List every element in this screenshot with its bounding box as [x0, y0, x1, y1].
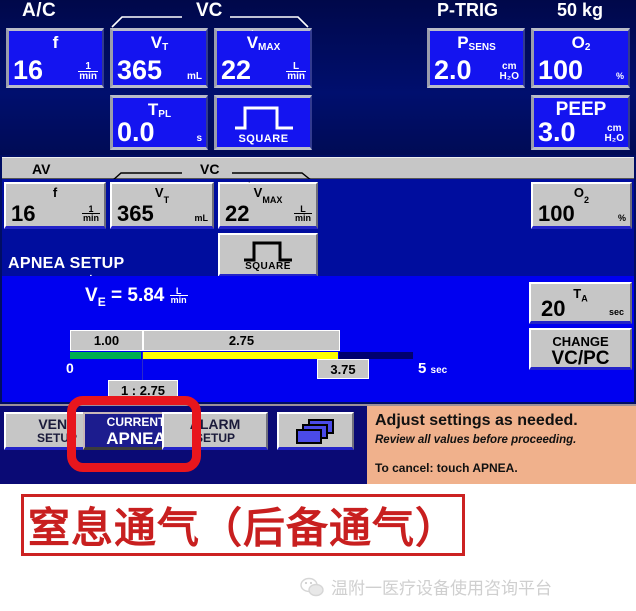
tidal-volume-value: 365: [117, 55, 163, 85]
apnea-rate-label: f: [52, 185, 58, 200]
wechat-icon: [300, 577, 324, 596]
minute-volume-readout: ˙ VE = 5.84 L min: [85, 274, 188, 309]
apnea-rate-value: 16: [11, 201, 36, 226]
apnea-waveform-key[interactable]: SQUARE: [218, 233, 318, 277]
bottom-toolbar: VENT SETUP CURRENT APNEA ALARM SETUP Adj…: [0, 404, 636, 486]
inspiratory-time-box[interactable]: 1.00: [70, 330, 143, 351]
peak-flow-unit: Lmin: [286, 61, 306, 82]
tidal-volume-unit: mL: [187, 71, 202, 82]
peak-flow-label: VMAX: [246, 33, 281, 53]
respiratory-rate-key[interactable]: f 16 1 min: [6, 28, 104, 88]
peak-flow-value: 22: [221, 55, 252, 85]
breath-type-label: VC: [196, 0, 223, 21]
ventilator-display: A/C VC P-TRIG 50 kg f 16 1 min VT 365 mL …: [0, 0, 636, 486]
timeline-tick-start: 0: [66, 360, 74, 376]
respiratory-rate-value: 16: [13, 55, 44, 85]
respiratory-rate-label: f: [52, 33, 59, 52]
apnea-interval-unit: sec: [608, 307, 624, 317]
oxygen-value: 100: [538, 55, 584, 85]
respiratory-rate-unit: 1 min: [78, 61, 98, 82]
peep-unit: cm H₂O: [604, 123, 624, 144]
pressure-sensitivity-label: PSENS: [457, 33, 496, 53]
apnea-header-bar: AV VC: [2, 157, 634, 182]
apnea-vc-label: VC: [200, 161, 220, 177]
apnea-peak-flow-key[interactable]: ˙ VMAX 22 Lmin: [218, 182, 318, 229]
message-cancel: To cancel: touch APNEA.: [375, 461, 518, 475]
caption-text: 窒息通气（后备通气）: [27, 503, 458, 553]
remaining-time-segment: [339, 352, 413, 359]
alarm-setup-line1: ALARM: [189, 416, 241, 432]
peak-flow-key[interactable]: ˙ VMAX 22 Lmin: [214, 28, 312, 88]
oxygen-concentration-key[interactable]: O2 100 %: [531, 28, 630, 88]
peep-label: PEEP: [555, 99, 607, 120]
message-secondary: Review all values before proceeding.: [375, 434, 577, 446]
plateau-time-value: 0.0: [117, 117, 155, 147]
flow-waveform-label: SQUARE: [238, 133, 289, 145]
status-message-box: Adjust settings as needed. Review all va…: [364, 406, 636, 486]
pressure-sensitivity-value: 2.0: [434, 55, 472, 85]
watermark: 温附一医疗设备使用咨询平台: [300, 574, 552, 599]
vent-mode-label: A/C: [22, 0, 57, 21]
oxygen-unit: %: [615, 71, 624, 81]
peep-key[interactable]: PEEP 3.0 cm H₂O: [531, 95, 630, 150]
apnea-setup-title: APNEA SETUP: [8, 255, 125, 272]
expiratory-segment: [143, 352, 338, 359]
apnea-oxygen-value: 100: [538, 201, 575, 226]
apnea-rate-unit: 1 min: [81, 204, 100, 223]
square-wave-icon: [234, 106, 293, 130]
alarm-setup-button[interactable]: ALARM SETUP: [162, 412, 268, 450]
windows-stack-icon: [295, 419, 334, 444]
peep-value: 3.0: [538, 117, 576, 147]
vc-pc-label: VC/PC: [551, 348, 610, 369]
oxygen-label: O2: [571, 33, 591, 53]
apnea-square-wave-icon: [244, 241, 292, 262]
expiratory-time-box[interactable]: 2.75: [143, 330, 340, 351]
screen-select-button[interactable]: [277, 412, 354, 450]
change-label: CHANGE: [552, 334, 609, 349]
apnea-oxygen-key[interactable]: O2 100 %: [531, 182, 632, 229]
pressure-sensitivity-unit: cm H₂O: [499, 61, 519, 82]
message-primary: Adjust settings as needed.: [375, 412, 578, 429]
total-cycle-time-box[interactable]: 3.75: [317, 359, 369, 379]
plateau-time-unit: s: [196, 133, 202, 144]
change-vc-pc-button[interactable]: CHANGE VC/PC: [529, 328, 632, 370]
tidal-volume-key[interactable]: VT 365 mL: [110, 28, 208, 88]
alarm-setup-line2: SETUP: [194, 431, 235, 445]
caption-area: 窒息通气（后备通气） 温附一医疗设备使用咨询平台: [0, 484, 636, 611]
inspiratory-segment: [70, 352, 141, 359]
timeline-tick-end: 5 sec: [418, 360, 448, 377]
apnea-tidal-volume-key[interactable]: VT 365 mL: [110, 182, 214, 229]
flow-waveform-key[interactable]: SQUARE: [214, 95, 312, 150]
patient-weight-label: 50 kg: [557, 0, 604, 20]
apnea-av-label: AV: [32, 161, 51, 177]
trigger-type-label: P-TRIG: [437, 0, 498, 20]
tidal-volume-label: VT: [150, 33, 169, 53]
ie-connector-line: [142, 352, 143, 380]
pressure-sensitivity-key[interactable]: PSENS 2.0 cm H₂O: [427, 28, 525, 88]
apnea-waveform-label: SQUARE: [245, 261, 291, 272]
apnea-interval-value: 20: [541, 296, 566, 321]
apnea-peak-flow-value: 22: [225, 201, 250, 226]
apnea-interval-key[interactable]: TA 20 sec: [529, 282, 632, 324]
apnea-peak-flow-unit: Lmin: [293, 204, 312, 223]
ie-ratio-box[interactable]: 1 : 2.75: [108, 380, 178, 400]
apnea-rate-key[interactable]: f 16 1 min: [4, 182, 106, 229]
apnea-tidal-volume-value: 365: [117, 201, 154, 226]
apnea-oxygen-unit: %: [617, 213, 626, 223]
apnea-tidal-volume-unit: mL: [194, 213, 209, 223]
plateau-time-key[interactable]: TPL 0.0 s: [110, 95, 208, 150]
caption-box: 窒息通气（后备通气）: [21, 494, 465, 556]
ventilator-screenshot: A/C VC P-TRIG 50 kg f 16 1 min VT 365 mL …: [0, 0, 636, 611]
watermark-text: 温附一医疗设备使用咨询平台: [331, 579, 552, 599]
